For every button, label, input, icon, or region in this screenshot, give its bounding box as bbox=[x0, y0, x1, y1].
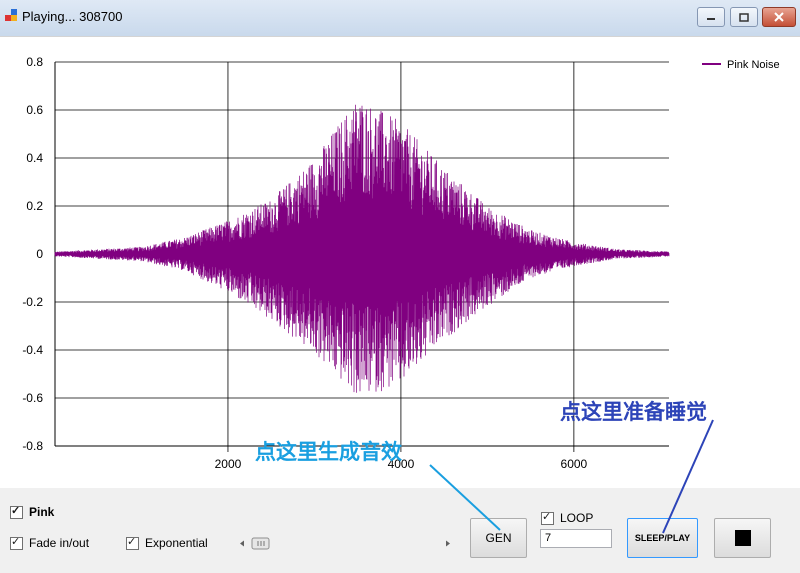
y-tick-label: -0.2 bbox=[22, 295, 43, 309]
title-bar[interactable]: Playing... 308700 bbox=[0, 0, 800, 36]
y-tick-label: -0.6 bbox=[22, 391, 43, 405]
pink-noise-series-line bbox=[54, 104, 670, 393]
pink-label: Pink bbox=[29, 505, 55, 519]
sleep-play-label: SLEEP/PLAY bbox=[634, 533, 691, 543]
loop-checkbox[interactable]: LOOP bbox=[541, 510, 594, 525]
sleep-hint-annotation: 点这里准备睡觉 bbox=[560, 400, 707, 424]
x-tick-label: 2000 bbox=[215, 457, 242, 471]
y-tick-label: 0.2 bbox=[26, 199, 43, 213]
minimize-icon bbox=[707, 18, 715, 20]
exponential-checkbox[interactable]: Exponential bbox=[126, 535, 208, 550]
gen-button-label: GEN bbox=[485, 531, 512, 545]
sleep-play-button[interactable]: SLEEP/PLAY bbox=[627, 518, 698, 558]
fade-scrollbar[interactable] bbox=[236, 536, 454, 551]
loop-count-input[interactable]: 7 bbox=[540, 529, 612, 548]
stop-icon bbox=[734, 530, 751, 546]
scroll-left-arrow-icon[interactable] bbox=[240, 540, 244, 547]
minimize-button[interactable] bbox=[697, 7, 725, 27]
y-tick-label: 0 bbox=[36, 247, 43, 261]
y-tick-label: 0.4 bbox=[26, 151, 43, 165]
stop-button[interactable] bbox=[714, 518, 771, 558]
app-icon bbox=[5, 9, 18, 22]
maximize-button[interactable] bbox=[730, 7, 758, 27]
exponential-checkbox-box[interactable] bbox=[126, 535, 139, 550]
close-button[interactable] bbox=[762, 7, 796, 27]
window-title: Playing... 308700 bbox=[22, 9, 123, 24]
pink-checkbox-box[interactable] bbox=[10, 504, 23, 519]
maximize-icon bbox=[739, 12, 749, 22]
y-tick-label: -0.4 bbox=[22, 343, 43, 357]
exponential-label: Exponential bbox=[145, 536, 208, 550]
x-tick-label: 6000 bbox=[561, 457, 588, 471]
y-tick-label: 0.6 bbox=[26, 103, 43, 117]
gen-hint-annotation: 点这里生成音效 bbox=[255, 440, 402, 464]
gen-button[interactable]: GEN bbox=[470, 518, 527, 558]
pink-checkbox[interactable]: Pink bbox=[10, 504, 55, 519]
fade-label: Fade in/out bbox=[29, 536, 90, 550]
y-tick-label: 0.8 bbox=[26, 55, 43, 69]
fade-checkbox[interactable]: Fade in/out bbox=[10, 535, 90, 550]
y-tick-label: -0.8 bbox=[22, 439, 43, 453]
legend-label: Pink Noise bbox=[727, 59, 780, 71]
close-icon bbox=[774, 12, 784, 22]
loop-checkbox-box[interactable] bbox=[541, 510, 554, 525]
loop-label: LOOP bbox=[560, 511, 594, 525]
scroll-right-arrow-icon[interactable] bbox=[446, 540, 450, 547]
fade-checkbox-box[interactable] bbox=[10, 535, 23, 550]
